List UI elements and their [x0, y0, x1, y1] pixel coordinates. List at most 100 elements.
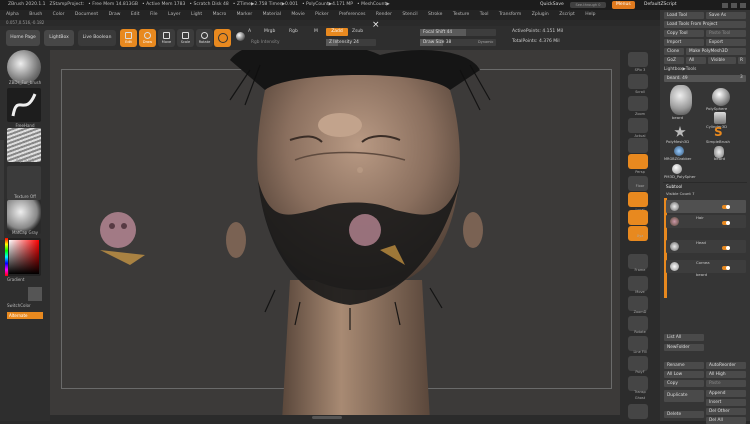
- subtool-row-head[interactable]: Head: [666, 240, 746, 253]
- menu-color[interactable]: Color: [53, 12, 65, 17]
- paste-button[interactable]: Paste: [706, 380, 746, 387]
- actual-button[interactable]: [628, 118, 648, 133]
- goz-button[interactable]: GoZ: [664, 57, 684, 64]
- visibility-toggle[interactable]: [722, 205, 730, 209]
- menu-movie[interactable]: Movie: [291, 12, 304, 17]
- goz-all-button[interactable]: All: [686, 57, 706, 64]
- all-low-button[interactable]: All Low: [664, 371, 704, 378]
- lsym-button[interactable]: [628, 210, 648, 225]
- duplicate-button[interactable]: Duplicate: [664, 390, 704, 402]
- scroll-button[interactable]: [628, 74, 648, 89]
- del-other-button[interactable]: Del Other: [706, 408, 746, 415]
- line-fill-button[interactable]: [628, 336, 648, 351]
- switchcolor-button[interactable]: SwitchColor: [0, 303, 50, 308]
- see-through-slider[interactable]: See-through 0: [570, 2, 606, 8]
- menu-marker[interactable]: Marker: [237, 12, 253, 17]
- menu-transform[interactable]: Transform: [499, 12, 521, 17]
- stroke-thumbnail[interactable]: [7, 88, 41, 122]
- alpha-thumbnail[interactable]: [7, 128, 41, 162]
- menu-tool[interactable]: Tool: [480, 12, 489, 17]
- import-button[interactable]: Import: [664, 39, 704, 46]
- tool-thumb-mrgbzgrabber[interactable]: [674, 146, 684, 156]
- load-tools-from-project-button[interactable]: Load Tools From Project: [664, 21, 746, 28]
- menu-zscript[interactable]: Zscript: [559, 12, 575, 17]
- tray-handle-icon[interactable]: [312, 416, 342, 419]
- autoreorder-button[interactable]: AutoReorder: [706, 362, 746, 369]
- edit-button[interactable]: Edit: [120, 29, 137, 47]
- menu-stroke[interactable]: Stroke: [428, 12, 442, 17]
- brush-thumbnail[interactable]: [7, 50, 41, 84]
- subtool-label-beard[interactable]: beard: [696, 272, 707, 278]
- list-all-button[interactable]: List All: [664, 334, 704, 341]
- new-folder-button[interactable]: NewFolder: [664, 344, 704, 351]
- paste-tool-button[interactable]: Paste Tool: [706, 30, 746, 37]
- delete-button[interactable]: Delete: [664, 411, 704, 418]
- rename-button[interactable]: Rename: [664, 362, 704, 369]
- append-button[interactable]: Append: [706, 390, 746, 397]
- solo-button[interactable]: [628, 404, 648, 419]
- rgb-button[interactable]: Rgb: [289, 29, 298, 34]
- simplebrush-icon[interactable]: S: [714, 126, 723, 138]
- home-page-button[interactable]: Home Page: [6, 30, 40, 46]
- menu-help[interactable]: Help: [585, 12, 595, 17]
- live-boolean-button[interactable]: Live Boolean: [78, 30, 116, 46]
- aahalf-button[interactable]: [628, 138, 648, 153]
- hue-bar[interactable]: [5, 238, 8, 276]
- load-tool-button[interactable]: Load Tool: [664, 12, 704, 19]
- r-button[interactable]: R: [738, 57, 746, 64]
- copy-button[interactable]: Copy: [664, 380, 704, 387]
- tool-thumb-cylinder[interactable]: [714, 112, 726, 124]
- copy-tool-button[interactable]: Copy Tool: [664, 30, 704, 37]
- menu-document[interactable]: Document: [75, 12, 98, 17]
- menu-edit[interactable]: Edit: [131, 12, 140, 17]
- subtool-row-hair[interactable]: [666, 200, 746, 213]
- all-high-button[interactable]: All High: [706, 371, 746, 378]
- left-tray-handle[interactable]: [0, 140, 4, 240]
- visibility-toggle[interactable]: [722, 246, 730, 250]
- make-polymesh-button[interactable]: Make PolyMesh3D: [686, 48, 746, 55]
- rgb-intensity-slider[interactable]: Rgb Intensity: [248, 39, 298, 46]
- menu-picker[interactable]: Picker: [315, 12, 328, 17]
- lightbox-tools-link[interactable]: Lightbox▶Tools: [664, 67, 696, 73]
- minimize-icon[interactable]: [722, 2, 728, 8]
- menu-file[interactable]: File: [150, 12, 158, 17]
- tool-thumb-beard[interactable]: [670, 85, 692, 115]
- canvas-viewport[interactable]: [50, 50, 620, 421]
- menu-material[interactable]: Material: [263, 12, 281, 17]
- move-view-button[interactable]: [628, 276, 648, 291]
- close-icon[interactable]: ×: [372, 20, 380, 30]
- menu-preferences[interactable]: Preferences: [339, 12, 365, 17]
- alternate-button[interactable]: Alternate: [7, 312, 43, 319]
- menu-render[interactable]: Render: [376, 12, 392, 17]
- scale-button[interactable]: Scale: [177, 29, 194, 47]
- frame-button[interactable]: [628, 254, 648, 269]
- visibility-toggle[interactable]: [722, 221, 730, 225]
- z-intensity-slider[interactable]: Z Intensity 24: [326, 39, 376, 46]
- tool-thumb-pm3d-polysphere[interactable]: [672, 164, 682, 174]
- material-sphere-icon[interactable]: [236, 32, 245, 41]
- color-picker[interactable]: [7, 238, 41, 276]
- move-button[interactable]: Move: [158, 29, 175, 47]
- local-button[interactable]: [628, 192, 648, 207]
- insert-button[interactable]: Insert: [706, 399, 746, 406]
- lightbox-button[interactable]: LightBox: [44, 30, 74, 46]
- subtool-row-hair-2[interactable]: Hair: [666, 215, 746, 228]
- visibility-toggle[interactable]: [722, 266, 730, 270]
- dynamic-toggle[interactable]: Dynamic: [478, 40, 493, 44]
- menu-light[interactable]: Light: [191, 12, 202, 17]
- rotate-button[interactable]: Rotate: [196, 29, 213, 47]
- quicksave-button[interactable]: QuickSave: [540, 0, 564, 10]
- gyro-icon[interactable]: [214, 29, 231, 47]
- menu-alpha[interactable]: Alpha: [6, 12, 19, 17]
- tool-thumb-polysphere[interactable]: [712, 88, 730, 106]
- spix-button[interactable]: [628, 52, 648, 67]
- rotate-view-button[interactable]: [628, 316, 648, 331]
- focal-shift-slider[interactable]: Focal Shift 44: [420, 29, 496, 36]
- zoom-button[interactable]: [628, 96, 648, 111]
- tool-thumb-polymesh3d[interactable]: [674, 126, 686, 137]
- zoomd-button[interactable]: [628, 296, 648, 311]
- maximize-icon[interactable]: [731, 2, 737, 8]
- menu-stencil[interactable]: Stencil: [402, 12, 417, 17]
- matcap-thumbnail[interactable]: [7, 200, 41, 234]
- polyf-button[interactable]: [628, 356, 648, 371]
